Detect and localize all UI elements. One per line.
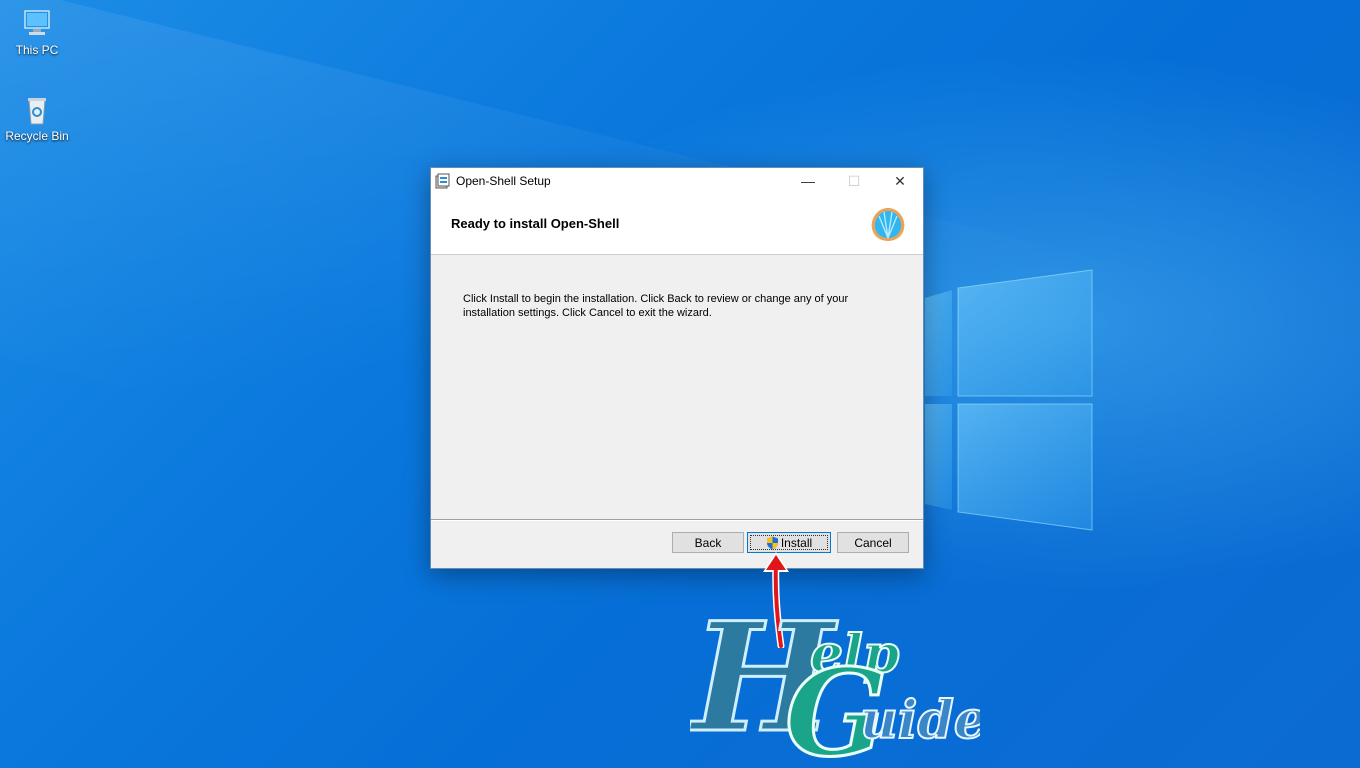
header-banner: Ready to install Open-Shell	[431, 194, 923, 255]
desktop-icon-this-pc[interactable]: This PC	[0, 8, 77, 57]
back-button[interactable]: Back	[672, 532, 744, 553]
button-separator	[431, 519, 923, 521]
minimize-button[interactable]: —	[785, 168, 831, 194]
close-button[interactable]: ✕	[877, 168, 923, 194]
helpguider-watermark-logo: H elp G uider	[690, 590, 980, 760]
desktop-icon-label: Recycle Bin	[5, 129, 69, 143]
maximize-button[interactable]: ☐	[831, 168, 877, 194]
windows-logo	[925, 269, 1093, 531]
desktop-icon-recycle-bin[interactable]: Recycle Bin	[0, 94, 77, 143]
close-icon: ✕	[894, 172, 906, 189]
computer-icon	[24, 10, 50, 35]
cancel-button[interactable]: Cancel	[837, 532, 909, 553]
back-button-label: Back	[694, 535, 722, 550]
window-title: Open-Shell Setup	[456, 174, 551, 188]
cancel-button-label: Cancel	[854, 535, 892, 550]
maximize-icon: ☐	[847, 172, 861, 189]
open-shell-logo-icon	[871, 208, 905, 241]
recycle-bin-icon	[28, 98, 46, 125]
minimize-icon: —	[801, 173, 815, 189]
desktop-icon-label: This PC	[15, 43, 59, 57]
instruction-text: Click Install to begin the installation.…	[463, 293, 849, 319]
setup-dialog: Open-Shell Setup — ☐ ✕ Ready to install …	[430, 167, 924, 569]
page-heading: Ready to install Open-Shell	[451, 216, 620, 231]
svg-text:uider: uider	[860, 690, 980, 751]
title-bar[interactable]: Open-Shell Setup — ☐ ✕	[431, 168, 923, 194]
installer-icon	[435, 173, 450, 189]
